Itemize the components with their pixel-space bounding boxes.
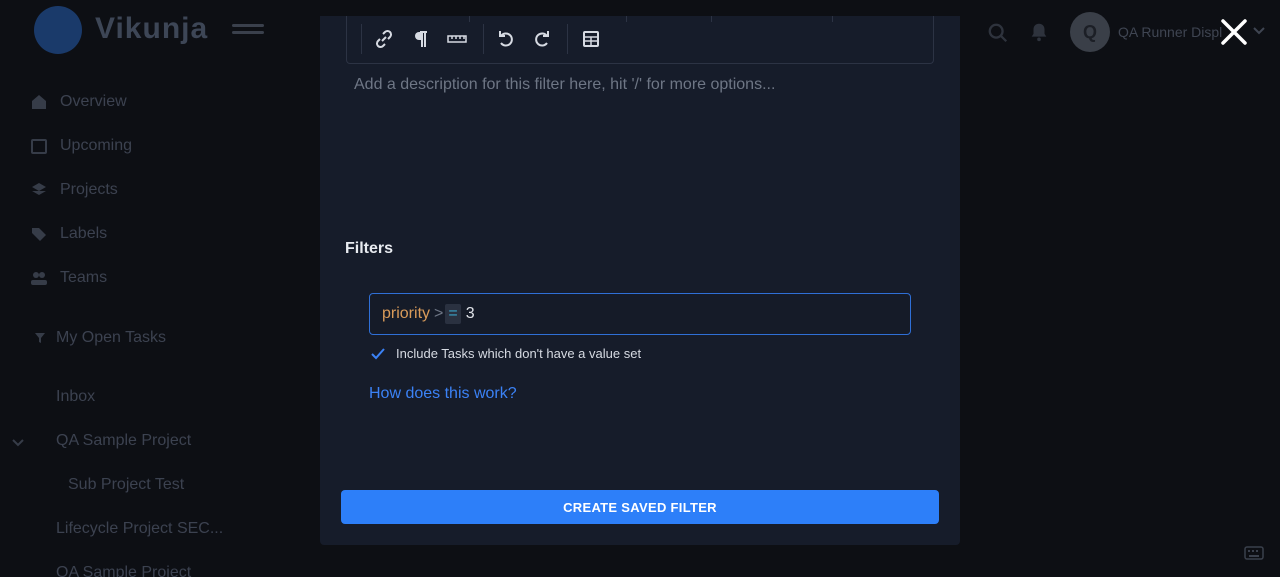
sidebar-item-overview[interactable]: Overview	[30, 90, 127, 114]
checkmark-icon	[371, 347, 385, 359]
filter-operator-token: =	[445, 304, 461, 324]
sidebar-item-projects[interactable]: Projects	[30, 178, 118, 202]
chevron-down-icon[interactable]	[12, 438, 24, 448]
toolbar-divider	[832, 16, 833, 22]
sidebar-item-label: Overview	[60, 93, 127, 110]
layers-icon	[32, 183, 46, 195]
redo-icon	[535, 31, 549, 47]
filter-operator-token: >	[434, 305, 444, 322]
menu-toggle-icon[interactable]	[232, 24, 264, 40]
sidebar-item-label: Labels	[60, 225, 108, 242]
house-icon	[32, 95, 46, 109]
sidebar-project-lifecycle[interactable]: Lifecycle Project SEC...	[56, 520, 223, 538]
sidebar-item-teams[interactable]: Teams	[30, 266, 107, 290]
horizontal-rule-button[interactable]	[445, 28, 469, 50]
sidebar-item-upcoming[interactable]: Upcoming	[30, 134, 132, 158]
sidebar-item-labels[interactable]: Labels	[30, 222, 107, 246]
filter-query-input[interactable]: priority > = 3	[369, 293, 911, 335]
create-saved-filter-button[interactable]: CREATE SAVED FILTER	[341, 490, 939, 524]
include-nulls-checkbox[interactable]: Include Tasks which don't have a value s…	[370, 346, 641, 361]
avatar[interactable]: Q	[1070, 12, 1110, 52]
toolbar-divider	[626, 16, 627, 22]
toolbar-divider	[483, 24, 484, 54]
sidebar-item-label: My Open Tasks	[56, 329, 166, 346]
table-button[interactable]	[579, 28, 603, 50]
search-icon[interactable]	[987, 22, 1009, 44]
link-button[interactable]	[372, 28, 396, 50]
toolbar-divider	[711, 16, 712, 22]
sidebar-item-label: Projects	[60, 181, 118, 198]
sidebar-project-qa-sample[interactable]: QA Sample Project	[56, 432, 191, 450]
undo-button[interactable]	[494, 28, 518, 50]
undo-icon	[499, 31, 513, 47]
calendar-icon	[31, 139, 47, 154]
chevron-down-icon[interactable]	[1252, 26, 1266, 36]
sidebar-item-label: Teams	[60, 269, 108, 286]
filter-field-token: priority	[382, 305, 431, 322]
logo-icon	[34, 6, 82, 54]
editor-toolbar	[346, 16, 934, 64]
keyboard-icon[interactable]	[1244, 546, 1264, 560]
filter-icon	[35, 333, 45, 343]
filter-value-token: 3	[465, 305, 475, 322]
notification-bell-icon[interactable]	[1028, 21, 1050, 43]
filter-help-link[interactable]: How does this work?	[369, 385, 517, 403]
redo-button[interactable]	[530, 28, 554, 50]
sidebar-project-sub-project[interactable]: Sub Project Test	[68, 476, 184, 494]
sidebar-project-qa-sample-2[interactable]: QA Sample Project	[56, 564, 191, 577]
description-editor[interactable]: Add a description for this filter here, …	[354, 76, 775, 94]
table-icon	[583, 31, 599, 47]
sidebar-project-inbox[interactable]: Inbox	[56, 388, 95, 406]
ruler-icon	[447, 35, 467, 43]
users-icon	[31, 272, 47, 285]
sidebar-item-label: Upcoming	[60, 137, 133, 154]
toolbar-divider	[361, 24, 362, 54]
include-nulls-label: Include Tasks which don't have a value s…	[396, 346, 642, 361]
user-name[interactable]: QA Runner Displ	[1118, 24, 1222, 40]
filters-heading: Filters	[345, 240, 394, 257]
close-icon[interactable]	[1218, 16, 1250, 48]
link-icon	[375, 29, 393, 49]
sidebar-saved-filter[interactable]: My Open Tasks	[34, 326, 166, 350]
paragraph-button[interactable]	[409, 28, 433, 50]
create-saved-filter-modal: Add a description for this filter here, …	[320, 16, 960, 545]
toolbar-divider	[567, 24, 568, 54]
toolbar-divider	[469, 16, 470, 22]
app-logo-text: Vikunja	[95, 12, 209, 45]
paragraph-icon	[415, 31, 427, 47]
tags-icon	[32, 228, 46, 241]
